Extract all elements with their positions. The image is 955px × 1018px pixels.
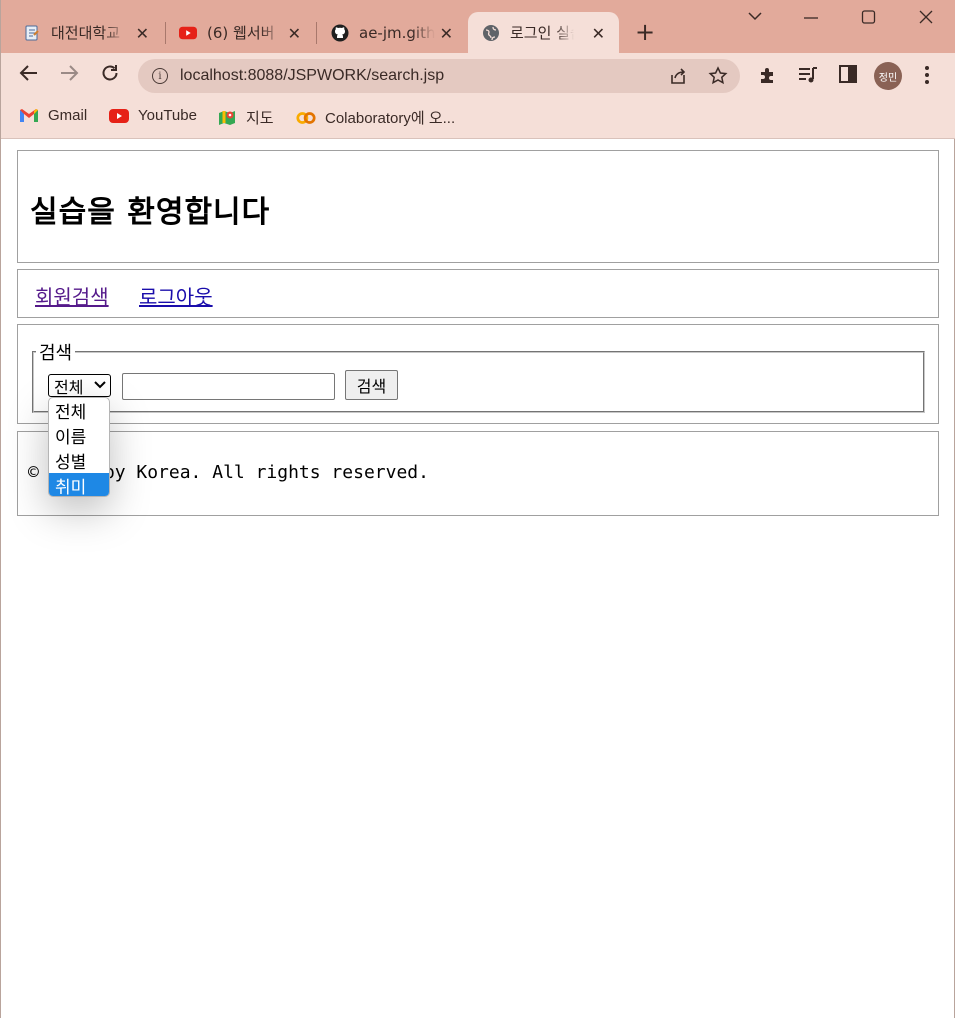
page-content: 실습을 환영합니다 회원검색 로그아웃 검색 전체 검색 © Made by K…: [1, 140, 954, 1018]
header-section: 실습을 환영합니다: [17, 150, 939, 263]
bookmark-youtube[interactable]: YouTube: [109, 107, 197, 124]
page-title: 실습을 환영합니다: [30, 195, 271, 230]
maximize-icon[interactable]: [861, 8, 877, 28]
url-text[interactable]: localhost:8088/JSPWORK/search.jsp: [180, 67, 444, 85]
tab-title: ae-jm.github: [359, 23, 435, 42]
search-section: 검색 전체 검색: [17, 324, 939, 424]
option-name[interactable]: 이름: [49, 423, 109, 448]
bookmark-label: Gmail: [48, 107, 88, 124]
bookmark-star-icon[interactable]: [708, 66, 728, 91]
search-legend: 검색: [39, 343, 73, 364]
media-playlist-icon[interactable]: [797, 65, 819, 90]
option-all[interactable]: 전체: [49, 398, 109, 423]
bookmarks-bar: Gmail YouTube 지도 Colaboratory에 오...: [1, 99, 955, 139]
tab-daejeon[interactable]: 대전대학교 ✕: [23, 12, 163, 53]
back-arrow-icon[interactable]: [19, 63, 39, 88]
nav-section: 회원검색 로그아웃: [17, 269, 939, 318]
tab-separator: [316, 22, 317, 44]
more-menu-icon[interactable]: [924, 65, 930, 90]
tab-login-active[interactable]: 로그인 실습 ✕: [468, 12, 619, 53]
close-icon[interactable]: ✕: [288, 24, 301, 43]
forward-arrow-icon[interactable]: [59, 63, 79, 88]
footer-section: © Made by Korea. All rights reserved.: [17, 431, 939, 516]
bookmark-maps[interactable]: 지도: [217, 107, 274, 128]
tab-title: (6) 웹서버: [207, 24, 275, 42]
bookmark-label: 지도: [246, 110, 274, 127]
site-info-icon[interactable]: i: [152, 68, 168, 84]
option-hobby[interactable]: 취미: [49, 473, 109, 496]
minimize-icon[interactable]: [804, 8, 818, 28]
tab-github[interactable]: ae-jm.github ✕: [331, 12, 467, 53]
close-icon[interactable]: ✕: [440, 24, 453, 43]
tab-title: 대전대학교: [51, 24, 121, 42]
close-window-icon[interactable]: [918, 8, 934, 28]
close-icon[interactable]: ✕: [136, 24, 149, 43]
gmail-icon: [19, 108, 39, 124]
bookmark-gmail[interactable]: Gmail: [19, 107, 87, 124]
select-dropdown-list: 전체 이름 성별 취미: [48, 397, 110, 497]
document-icon: [23, 24, 41, 42]
tab-strip: 대전대학교 ✕ (6) 웹서버 ✕ ae-jm.github ✕ 로그인 실습 …: [1, 0, 955, 53]
search-category-select[interactable]: 전체: [48, 374, 111, 397]
maps-icon: [217, 110, 237, 126]
search-button[interactable]: 검색: [345, 370, 398, 400]
bookmark-colab[interactable]: Colaboratory에 오...: [296, 107, 455, 128]
tab-separator: [165, 22, 166, 44]
close-icon[interactable]: ✕: [592, 24, 605, 43]
reload-icon[interactable]: [100, 63, 120, 88]
address-bar[interactable]: i localhost:8088/JSPWORK/search.jsp: [138, 59, 740, 93]
member-search-link[interactable]: 회원검색: [35, 281, 109, 310]
bookmark-label: YouTube: [138, 107, 197, 124]
new-tab-plus-icon[interactable]: +: [635, 20, 655, 44]
profile-avatar[interactable]: 정민: [874, 62, 902, 90]
option-gender[interactable]: 성별: [49, 448, 109, 473]
extensions-puzzle-icon[interactable]: [758, 65, 778, 90]
logout-link[interactable]: 로그아웃: [139, 281, 213, 310]
search-input[interactable]: [122, 373, 335, 400]
side-panel-icon[interactable]: [839, 65, 857, 88]
share-icon[interactable]: [668, 66, 688, 91]
youtube-icon: [179, 24, 197, 42]
globe-icon: [482, 24, 500, 42]
github-icon: [331, 24, 349, 42]
colab-icon: [296, 110, 316, 126]
youtube-icon: [109, 108, 129, 124]
chevron-down-icon: [94, 378, 106, 393]
browser-toolbar: i localhost:8088/JSPWORK/search.jsp 정민: [1, 53, 955, 99]
tab-title: 로그인 실습: [510, 24, 574, 42]
select-value: 전체: [54, 377, 84, 397]
tab-youtube[interactable]: (6) 웹서버 ✕: [179, 12, 315, 53]
browser-window: 대전대학교 ✕ (6) 웹서버 ✕ ae-jm.github ✕ 로그인 실습 …: [0, 0, 955, 1018]
bookmark-label: Colaboratory에 오...: [325, 110, 456, 127]
tab-search-chevron-icon[interactable]: [747, 8, 763, 28]
